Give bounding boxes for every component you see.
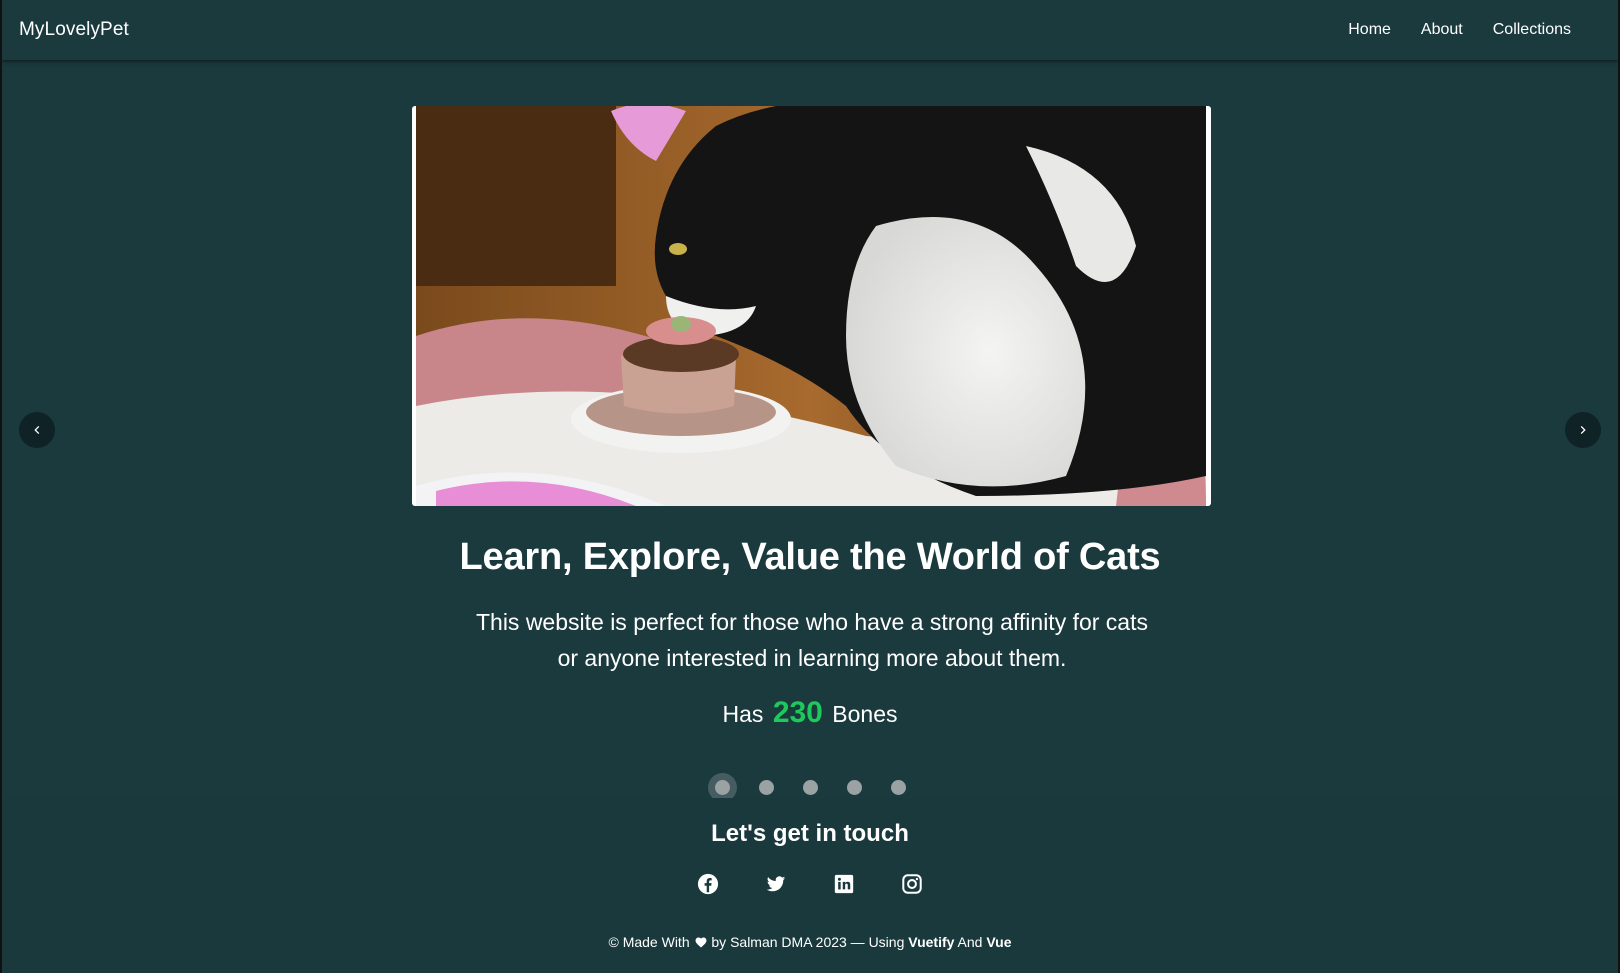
footer-title: Let's get in touch — [711, 820, 909, 847]
slide-stat: Has 230 Bones — [2, 696, 1618, 730]
credit-lib-vuetify: Vuetify — [908, 934, 955, 950]
credit-prefix: © Made With — [608, 934, 690, 950]
heart-icon — [695, 937, 706, 948]
dot-5 — [890, 779, 906, 795]
cat-photo-illustration — [416, 106, 1206, 506]
slide-headline: Learn, Explore, Value the World of Cats — [459, 536, 1161, 578]
social-links — [2, 864, 1618, 904]
nav-link-about[interactable]: About — [1406, 13, 1478, 47]
instagram-icon — [902, 874, 922, 894]
twitter-button[interactable] — [742, 864, 810, 904]
carousel-next-button[interactable] — [1565, 412, 1601, 448]
dot-4 — [846, 779, 862, 795]
cat-photo — [416, 106, 1206, 506]
footer: Let's get in touch © Made With by Salman… — [2, 798, 1618, 973]
dot-1 — [714, 779, 730, 795]
dot-3 — [802, 779, 818, 795]
linkedin-button[interactable] — [810, 864, 878, 904]
navbar: MyLovelyPet Home About Collections — [2, 0, 1618, 60]
linkedin-icon — [834, 874, 854, 894]
carousel-dot-1[interactable] — [700, 773, 744, 801]
stat-prefix: Has — [722, 701, 764, 727]
dot-2 — [758, 779, 774, 795]
carousel-indicators — [2, 773, 1618, 801]
chevron-right-icon — [1580, 426, 1586, 434]
nav-link-home[interactable]: Home — [1333, 13, 1406, 47]
credit-by: by Salman DMA 2023 — Using — [711, 934, 905, 950]
credit-and: And — [957, 934, 983, 950]
slide-image-frame — [412, 106, 1211, 506]
stat-suffix: Bones — [832, 701, 898, 727]
footer-credits: © Made With by Salman DMA 2023 — Using V… — [2, 934, 1618, 950]
slide-description: This website is perfect for those who ha… — [475, 609, 1148, 671]
app-root: MyLovelyPet Home About Collections Learn… — [2, 0, 1618, 973]
carousel-dot-4[interactable] — [832, 773, 876, 801]
brand-title[interactable]: MyLovelyPet — [19, 19, 129, 41]
nav-links: Home About Collections — [1333, 13, 1586, 47]
chevron-left-icon — [34, 426, 40, 434]
twitter-icon — [766, 876, 786, 892]
facebook-icon — [697, 873, 719, 895]
nav-link-collections[interactable]: Collections — [1478, 13, 1586, 47]
carousel-prev-button[interactable] — [19, 412, 55, 448]
credit-lib-vue: Vue — [986, 934, 1012, 950]
carousel-dot-5[interactable] — [876, 773, 920, 801]
carousel-dot-3[interactable] — [788, 773, 832, 801]
carousel: Learn, Explore, Value the World of Cats … — [2, 60, 1618, 798]
stat-value: 230 — [772, 696, 823, 729]
facebook-button[interactable] — [674, 864, 742, 904]
instagram-button[interactable] — [878, 864, 946, 904]
carousel-dot-2[interactable] — [744, 773, 788, 801]
